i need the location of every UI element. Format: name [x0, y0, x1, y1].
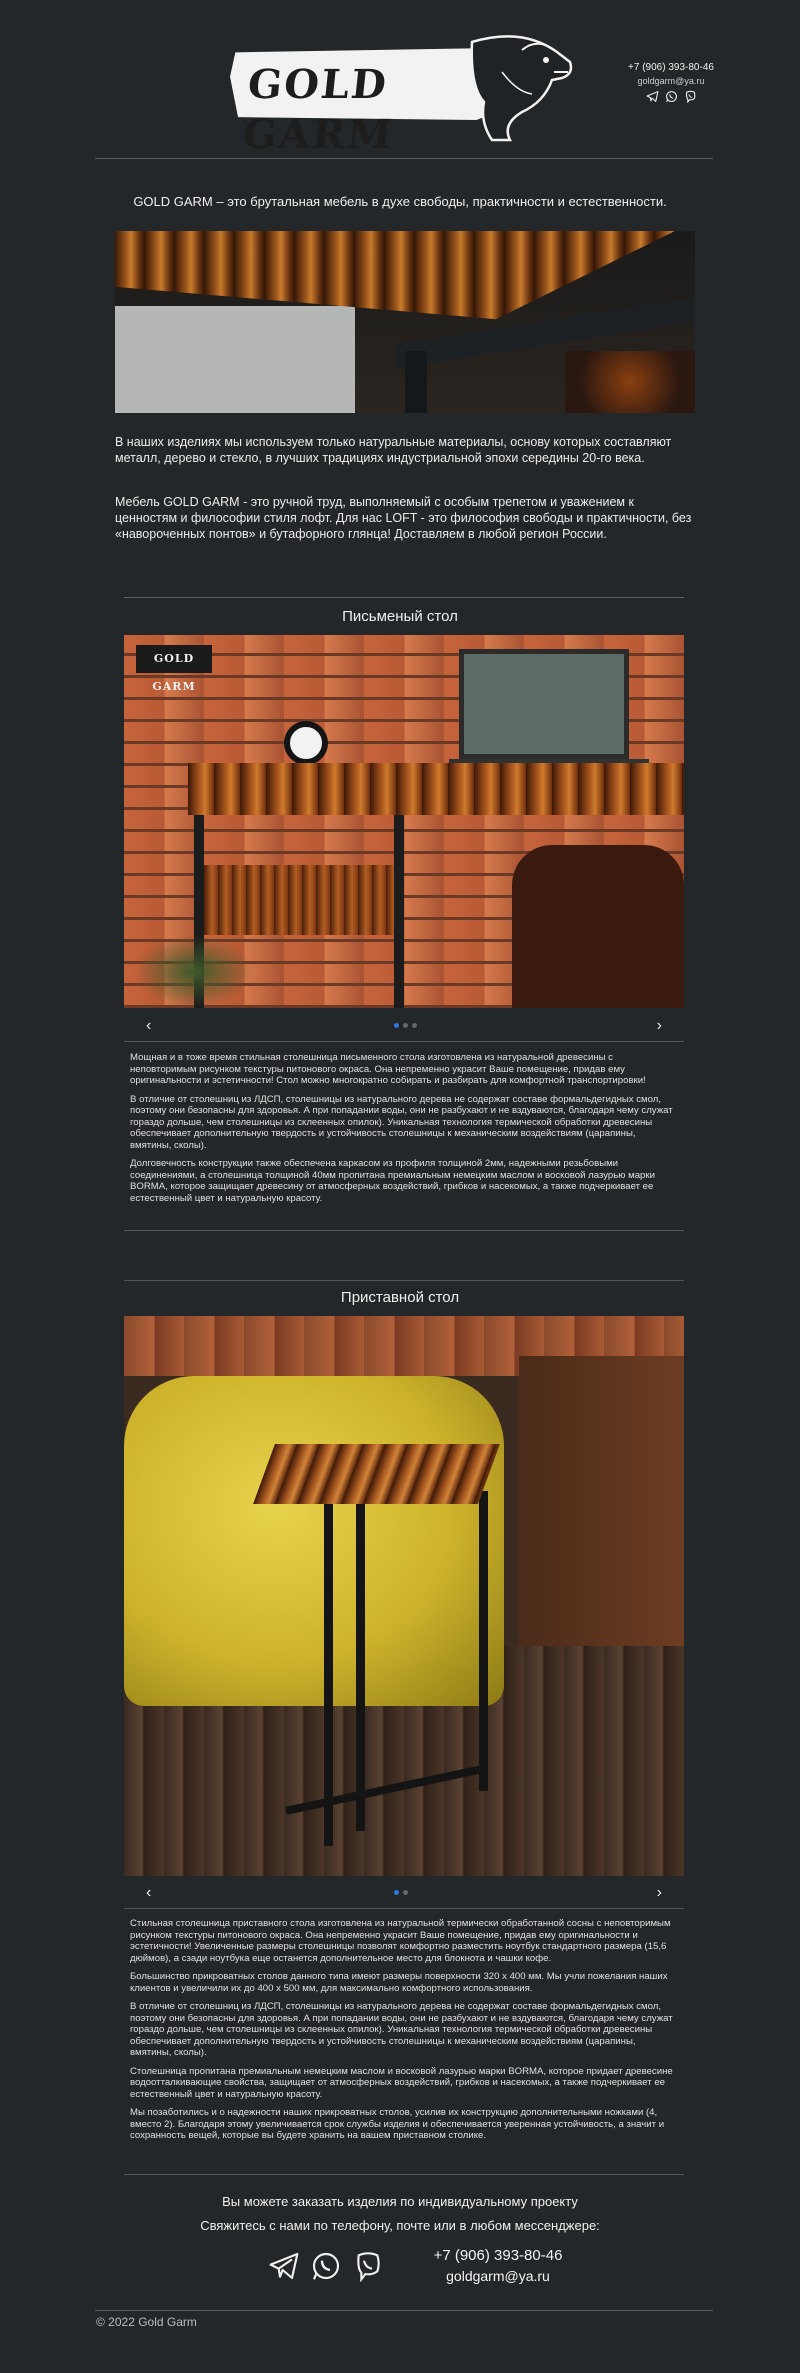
carousel-prev-arrow-icon[interactable]: ‹ — [146, 1017, 151, 1035]
hero-glow — [565, 351, 695, 413]
brand-logo[interactable]: GOLD GARM — [230, 35, 580, 158]
cta-line-1: Вы можете заказать изделия по индивидуал… — [222, 2194, 578, 2209]
hero-image — [115, 231, 695, 413]
desk-photo[interactable]: GOLD GARM — [124, 635, 684, 1008]
hero-leg — [405, 351, 427, 413]
header-email[interactable]: goldgarm@ya.ru — [626, 76, 716, 86]
plant — [134, 935, 254, 1008]
carousel-dots — [394, 1023, 417, 1028]
dog-head-icon — [470, 35, 573, 142]
desk-title: Письменый стол — [342, 608, 458, 625]
wooden-chair — [512, 845, 684, 1008]
header: GOLD GARM +7 (906) 393-80-46 goldgarm@ya… — [0, 0, 800, 158]
divider — [124, 597, 684, 598]
logo-wordmark: GOLD GARM — [240, 61, 396, 158]
carousel-dot[interactable] — [403, 1023, 408, 1028]
table-leg — [479, 1491, 488, 1791]
divider — [124, 2174, 684, 2175]
viber-icon[interactable] — [684, 90, 697, 103]
header-phone[interactable]: +7 (906) 393-80-46 — [626, 62, 716, 73]
table-leg — [356, 1501, 365, 1831]
photo-watermark-logo: GOLD GARM — [136, 645, 212, 693]
side-table-paragraph: Стильная столешница приставного стола из… — [130, 1918, 671, 1964]
whatsapp-icon[interactable] — [665, 90, 678, 103]
side-table-paragraph: Мы позаботились и о надежности наших при… — [130, 2107, 665, 2141]
divider — [124, 1041, 684, 1042]
side-carousel-nav: ‹ › — [124, 1884, 684, 1902]
yellow-sofa — [124, 1376, 504, 1706]
side-tabletop — [253, 1444, 500, 1504]
divider — [95, 2310, 713, 2311]
telegram-icon[interactable] — [646, 90, 659, 103]
header-contacts: +7 (906) 393-80-46 goldgarm@ya.ru — [626, 62, 716, 103]
side-table-paragraph: Столешница пропитана премиальным немецки… — [130, 2065, 673, 2100]
carousel-next-arrow-icon[interactable]: › — [657, 1884, 662, 1902]
cta-email[interactable]: goldgarm@ya.ru — [398, 2268, 598, 2284]
intro-text: GOLD GARM – это брутальная мебель в духе… — [133, 194, 667, 209]
side-table-paragraph: В отличие от столешниц из ЛДСП, столешни… — [130, 2001, 673, 2058]
carousel-dot[interactable] — [394, 1890, 399, 1895]
divider — [124, 1230, 684, 1231]
header-messenger-icons — [626, 90, 716, 103]
divider — [124, 1280, 684, 1281]
whatsapp-icon[interactable] — [310, 2250, 342, 2282]
carousel-dot[interactable] — [403, 1890, 408, 1895]
desk-description: Мощная и в тоже время стильная столешниц… — [130, 1052, 678, 1211]
carousel-dot[interactable] — [394, 1023, 399, 1028]
copyright: © 2022 Gold Garm — [96, 2315, 197, 2329]
desk-leg — [394, 815, 404, 1008]
desk-paragraph: Долговечность конструкции также обеспече… — [130, 1158, 655, 1204]
divider — [95, 158, 713, 159]
hero-wall — [115, 306, 355, 413]
page: GOLD GARM +7 (906) 393-80-46 goldgarm@ya… — [0, 0, 800, 2373]
table-leg — [324, 1501, 333, 1846]
desk-shelf — [204, 865, 394, 935]
wooden-cabinet — [519, 1356, 684, 1686]
divider — [124, 1908, 684, 1909]
cta-phone[interactable]: +7 (906) 393-80-46 — [398, 2247, 598, 2264]
desk-carousel-nav: ‹ › — [124, 1017, 684, 1035]
side-table-paragraph: Большинство прикроватных столов данного … — [130, 1971, 668, 1994]
desk-paragraph: Мощная и в тоже время стильная столешниц… — [130, 1052, 646, 1086]
about-paragraph-2: Мебель GOLD GARM - это ручной труд, выпо… — [115, 495, 692, 541]
viber-icon[interactable] — [352, 2250, 384, 2282]
desk-paragraph: В отличие от столешниц из ЛДСП, столешни… — [130, 1093, 673, 1151]
side-table-description: Стильная столешница приставного стола из… — [130, 1918, 678, 2149]
side-table-photo[interactable] — [124, 1316, 684, 1876]
desk-tabletop — [188, 763, 684, 815]
carousel-prev-arrow-icon[interactable]: ‹ — [146, 1884, 151, 1902]
laptop — [459, 649, 629, 759]
carousel-dots — [394, 1890, 408, 1895]
telegram-icon[interactable] — [268, 2250, 300, 2282]
cta-line-2: Свяжитесь с нами по телефону, почте или … — [200, 2218, 600, 2233]
carousel-dot[interactable] — [412, 1023, 417, 1028]
about-paragraph-1: В наших изделиях мы используем только на… — [115, 435, 672, 465]
carousel-next-arrow-icon[interactable]: › — [657, 1017, 662, 1035]
alarm-clock — [284, 721, 328, 765]
cta-messenger-icons — [268, 2250, 384, 2282]
side-table-title: Приставной стол — [340, 1289, 460, 1306]
